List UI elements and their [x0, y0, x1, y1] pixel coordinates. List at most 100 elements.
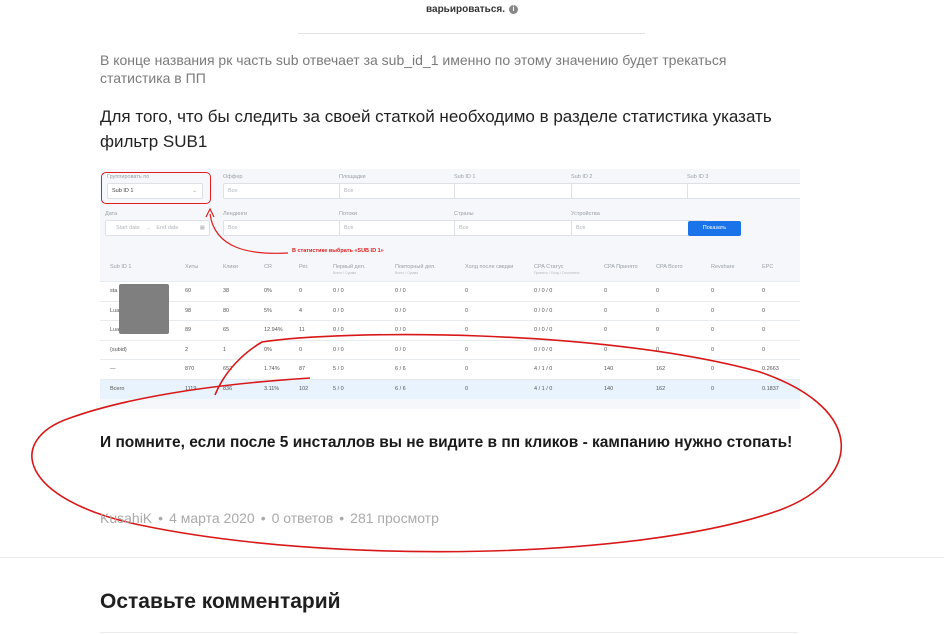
table-cell: 38	[223, 288, 230, 294]
column-header-label: Клики	[223, 264, 238, 270]
table-cell: 836	[223, 385, 233, 392]
views-count: 281 просмотр	[350, 510, 439, 526]
table-cell: 1	[223, 346, 227, 353]
table-cell: 0	[656, 307, 660, 314]
table-cell: 60	[185, 288, 192, 294]
blurred-image	[119, 284, 169, 334]
divider	[0, 557, 944, 558]
column-header-label: EPC	[762, 264, 774, 270]
table-cell: 5 / 0	[333, 366, 344, 372]
column-header[interactable]: Повторный деп. Всего / Сумма	[395, 264, 436, 275]
author-link[interactable]: KusahiK	[100, 510, 152, 526]
table-cell: 0 / 0	[333, 288, 344, 294]
table-cell: 87	[299, 366, 306, 372]
table-row[interactable]: sta 60 38 0% 0 0 / 0 0 / 0 0 0 / 0 / 0 0 0 0 0	[100, 281, 800, 301]
table-header: Sub ID 1 Хиты Клики CR Рег. Первый деп. Всего …	[100, 258, 800, 280]
column-header[interactable]: CPA Статус Принято / Холд / Отклонено	[534, 264, 580, 275]
cell-subid: —	[110, 366, 116, 372]
answers-count: 0 ответов	[271, 510, 334, 526]
table-cell: 12.94%	[264, 327, 283, 333]
table-cell: 0	[465, 385, 469, 392]
column-header-sublabel: Всего / Сумма	[333, 271, 357, 275]
table-cell: 0 / 0	[395, 307, 406, 314]
table-cell: 652	[223, 366, 233, 372]
table-cell: 0	[711, 288, 715, 294]
table-cell: 0	[762, 327, 766, 333]
table-cell: 140	[604, 366, 614, 372]
table-cell: 0	[711, 385, 715, 392]
table-cell: 162	[656, 385, 666, 392]
table-cell: 0 / 0	[333, 327, 344, 333]
table-cell: 0 / 0 / 0	[534, 307, 553, 314]
table-row[interactable]: Lua 89 65 12.94% 11 0 / 0 0 / 0 0 0 / 0 / 0 0 0 0 0	[100, 320, 800, 340]
column-header[interactable]: Хиты	[185, 264, 198, 270]
table-cell: 0 / 0	[333, 307, 344, 314]
column-header-label: CPA Всего	[656, 264, 683, 270]
column-header[interactable]: Холд после сведки	[465, 264, 513, 270]
table-cell: 0	[656, 327, 660, 333]
table-cell: 0 / 0	[395, 346, 406, 353]
table-cell: 0	[762, 288, 766, 294]
column-header-label: Хиты	[185, 264, 199, 270]
table-cell: 162	[656, 366, 666, 372]
note-text: В конце названия рк часть sub отвечает з…	[100, 52, 727, 86]
table-cell: 0 / 0	[395, 327, 406, 333]
column-header-label: Первый деп.	[333, 264, 366, 270]
table-cell: 80	[223, 307, 230, 314]
table-cell: 0	[299, 288, 303, 294]
table-cell: 4 / 1 / 0	[534, 366, 553, 372]
cell-subid: Lua	[110, 307, 120, 314]
table-cell: 0	[465, 307, 469, 314]
table-cell: 2	[185, 346, 189, 353]
top-caption-text: варьироваться.	[426, 4, 505, 15]
separator-dot: •	[158, 510, 164, 526]
table-cell: 11	[299, 327, 305, 333]
table-cell: 0	[711, 366, 715, 372]
column-header[interactable]: EPC	[762, 264, 773, 270]
table-cell: 5%	[264, 307, 272, 314]
divider	[298, 33, 645, 34]
table-cell: 3.11%	[264, 385, 280, 392]
table-cell: 1119	[185, 385, 197, 392]
column-header-sublabel: Принято / Холд / Отклонено	[534, 271, 580, 275]
column-header[interactable]: CR	[264, 264, 272, 270]
table-cell: 6 / 6	[395, 385, 406, 392]
post-date: 4 марта 2020	[169, 510, 255, 526]
table-cell: 0	[656, 288, 660, 294]
table-cell: 0%	[264, 288, 272, 294]
table-row[interactable]: — 870 652 1.74% 87 5 / 0 6 / 6 0 4 / 1 / 0 140 162…	[100, 359, 800, 379]
column-header[interactable]: Клики	[223, 264, 238, 270]
table-cell: 0 / 0	[333, 346, 344, 353]
column-header-label: CPA Принято	[604, 264, 638, 270]
cell-subid: Lua	[110, 327, 120, 333]
table-cell: 0	[604, 327, 608, 333]
table-row[interactable]: Всего 1119 836 3.11% 102 5 / 0 6 / 6 0 4 / 1 / 0…	[100, 378, 800, 399]
table-cell: 0.1837	[762, 385, 779, 392]
cell-subid: sta	[110, 288, 118, 294]
info-icon[interactable]: i	[509, 5, 518, 14]
table-row[interactable]: {subid} 2 1 0% 0 0 / 0 0 / 0 0 0 / 0 / 0 0 0 0 0	[100, 339, 800, 360]
column-header[interactable]: Revshare	[711, 264, 735, 270]
annotation-text: В статистике выбрать «SUB ID 1»	[292, 248, 384, 254]
cell-subid: {subid}	[110, 346, 127, 353]
table-cell: 0	[711, 327, 715, 333]
column-header[interactable]: Первый деп. Всего / Сумма	[333, 264, 365, 275]
table-cell: 0	[299, 346, 303, 353]
column-header-label: CPA Статус	[534, 264, 564, 270]
table-cell: 0	[465, 346, 469, 353]
column-header[interactable]: CPA Принято	[604, 264, 638, 270]
column-header[interactable]: Рег.	[299, 264, 308, 270]
column-header[interactable]: Sub ID 1	[110, 264, 131, 270]
table-cell: 0 / 0 / 0	[534, 288, 553, 294]
post-meta: KusahiK • 4 марта 2020 • 0 ответов • 281 просм…	[100, 510, 439, 526]
table-cell: 0	[656, 346, 660, 353]
table-cell: 89	[185, 327, 192, 333]
table-cell: 0	[762, 307, 766, 314]
table-cell: 0	[762, 346, 766, 353]
column-header[interactable]: CPA Всего	[656, 264, 683, 270]
table-cell: 0%	[264, 346, 272, 353]
table-cell: 0	[711, 346, 715, 353]
table-cell: 98	[185, 307, 192, 314]
column-header-label: Повторный деп.	[395, 264, 436, 270]
table-row[interactable]: Lua 98 80 5% 4 0 / 0 0 / 0 0 0 / 0 / 0 0 0 0 0	[100, 300, 800, 321]
